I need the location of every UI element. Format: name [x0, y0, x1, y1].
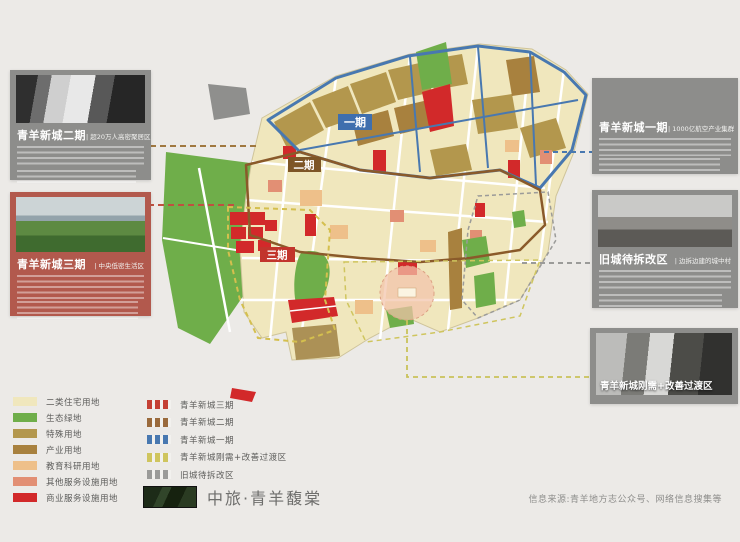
legend-label: 旧城待拆改区 [180, 470, 235, 481]
legend-label: 青羊新城刚需+改善过渡区 [180, 453, 287, 463]
card-phase3: 青羊新城三期 | 中央低密生活区 [10, 192, 151, 319]
svg-text:二期: 二期 [294, 159, 315, 172]
card-body-text [17, 170, 136, 186]
card-tag: | 1000亿航空产业集群 [668, 125, 735, 133]
land-use-swatch [13, 477, 37, 486]
legend-item: 二类住宅用地 [13, 397, 118, 408]
card-body-text [17, 146, 144, 168]
project-site-label-box [397, 287, 417, 298]
card-title: 青羊新城刚需+改善过渡区 [600, 381, 713, 392]
card-title: 青羊新城二期 [17, 129, 86, 142]
phase2-photo [16, 75, 145, 123]
svg-text:一期: 一期 [344, 115, 366, 129]
land-use-swatch [13, 461, 37, 470]
phase1-photo [598, 83, 732, 115]
source-note: 信息来源:青羊地方志公众号、网络信息搜集等 [528, 495, 722, 505]
project-logo: 中旅·青羊馥棠 [143, 485, 322, 509]
card-title: 青羊新城三期 [17, 258, 86, 271]
zone-swatch [147, 400, 171, 409]
phase2-label: 二期 [288, 157, 321, 172]
card-old-town: 旧城待拆改区 | 边拆边建的城中村 [592, 190, 738, 308]
zone-swatch [147, 435, 171, 444]
legend-zones: 青羊新城三期 青羊新城二期 青羊新城一期青羊新城刚需+改善过渡区 旧城待拆改区 [147, 400, 287, 481]
land-use-swatch [13, 397, 37, 406]
land-use-swatch [13, 445, 37, 454]
legend-label: 青羊新城一期 [180, 435, 235, 446]
legend-item: 商业服务设施用地 [13, 493, 119, 504]
card-title: 青羊新城一期 [599, 121, 668, 134]
logo-satellite-image [143, 486, 197, 508]
phase3-photo [16, 197, 145, 252]
land-use-swatch [13, 429, 37, 438]
legend-item: 青羊新城二期 [147, 417, 287, 428]
card-body-text [17, 301, 139, 319]
old-town-photo [598, 195, 732, 247]
legend-label: 其他服务设施用地 [46, 477, 119, 488]
legend-item: 青羊新城三期 [147, 400, 287, 411]
legend-item: 其他服务设施用地 [13, 477, 119, 488]
card-phase2: 青羊新城二期 | 超20万人高密聚居区 [10, 70, 151, 186]
card-transition-zone: 青羊新城刚需+改善过渡区 [590, 328, 738, 404]
legend-item: 特殊用地 [13, 429, 118, 440]
legend-item: 教育科研用地 [13, 461, 118, 472]
land-use-swatch [13, 493, 37, 502]
card-body-text [599, 294, 723, 308]
logo-text: 中旅·青羊馥棠 [207, 489, 323, 508]
card-tag: | 边拆边建的城中村 [674, 257, 731, 265]
legend-label: 生态绿地 [46, 413, 83, 424]
legend-label: 青羊新城三期 [180, 400, 235, 411]
legend-label: 教育科研用地 [46, 461, 101, 472]
phase1-label: 一期 [338, 114, 372, 130]
card-body-text [599, 138, 731, 156]
zone-swatch [147, 417, 171, 427]
zone-swatch [147, 470, 171, 479]
phase3-label: 三期 [260, 247, 295, 262]
legend-label: 二类住宅用地 [46, 397, 101, 408]
zone-swatch [147, 452, 171, 462]
legend-item: 青羊新城刚需+改善过渡区 [147, 452, 287, 463]
legend-item: 生态绿地 [13, 413, 118, 424]
legend-land-use: 二类住宅用地 生态绿地特殊用地产业用地教育科研用地其他服务设施用地 商业服务设施用地 [13, 397, 119, 504]
card-tag: | 超20万人高密聚居区 [86, 133, 151, 141]
legend-label: 特殊用地 [46, 429, 83, 440]
card-body-text [599, 270, 731, 292]
legend-label: 商业服务设施用地 [46, 493, 119, 504]
legend-label: 产业用地 [46, 445, 83, 456]
card-tag: | 中央低密生活区 [94, 262, 144, 270]
land-use-swatch [13, 413, 37, 422]
legend-item: 旧城待拆改区 [147, 470, 287, 481]
card-phase1: 青羊新城一期 | 1000亿航空产业集群 [592, 78, 738, 174]
svg-text:三期: 三期 [267, 249, 288, 262]
legend-item: 产业用地 [13, 445, 118, 456]
card-body-text [17, 275, 144, 299]
card-title: 旧城待拆改区 [599, 253, 668, 266]
legend-label: 青羊新城二期 [180, 418, 235, 428]
card-body-text [599, 158, 720, 172]
legend-item: 青羊新城一期 [147, 435, 287, 446]
old-town-gray-block [208, 84, 250, 120]
